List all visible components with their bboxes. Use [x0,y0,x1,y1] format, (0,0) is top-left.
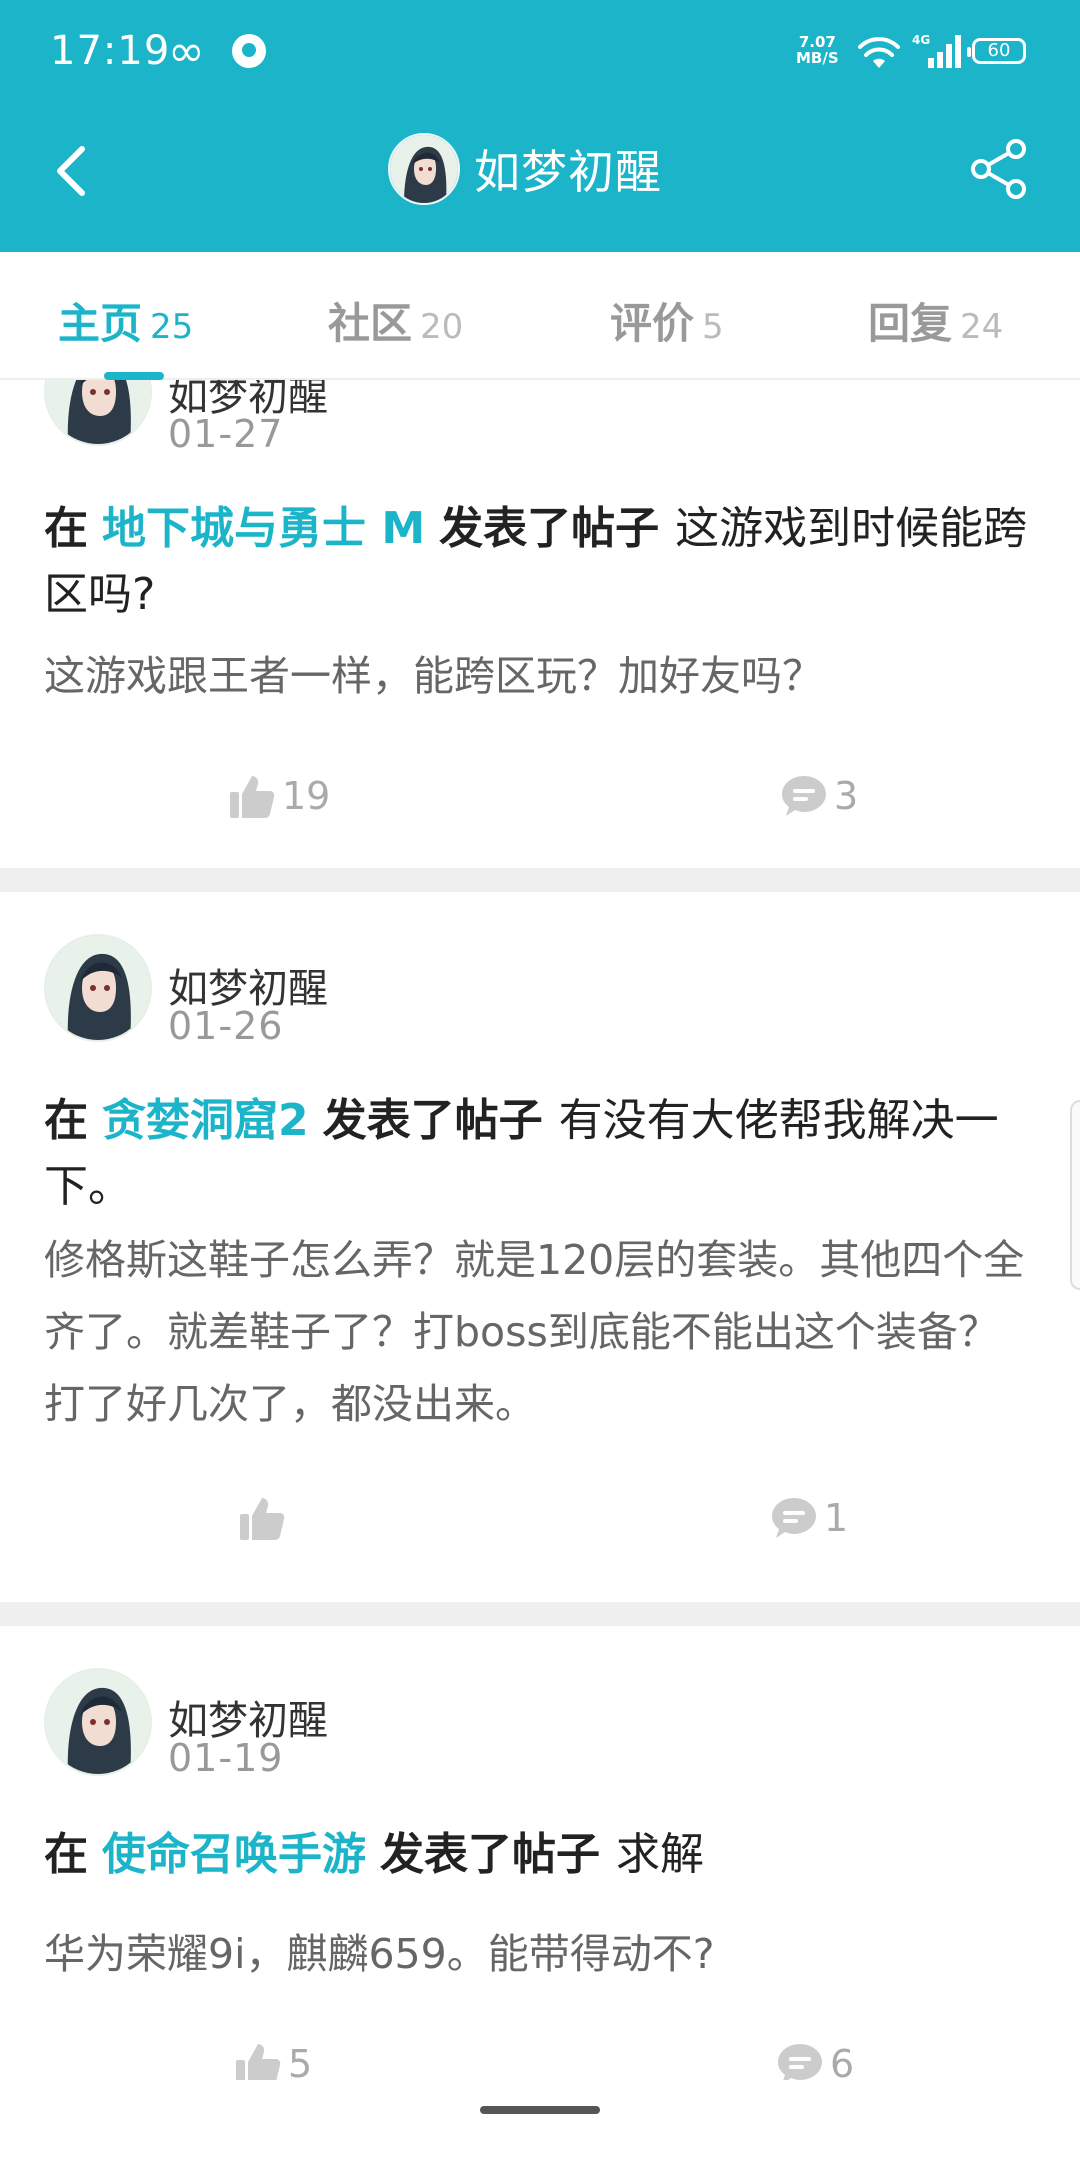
tab-reviews-count: 5 [702,307,724,347]
post-separator [0,1602,1080,1626]
tab-home-count: 25 [150,307,194,347]
avatar[interactable] [44,380,152,446]
wifi-icon [858,37,900,68]
thumbs-up-icon [230,776,275,818]
post-headline[interactable]: 在 使命召唤手游 发表了帖子 求解 [44,1822,1044,1888]
infinity-icon: ∞ [168,26,205,77]
post-title: 求解 [616,1829,704,1880]
avatar-image [390,135,458,203]
comment-button[interactable]: 6 [776,2036,854,2080]
share-button[interactable] [968,137,1030,201]
comment-icon [782,776,826,816]
comment-count: 3 [834,774,859,818]
avatar-image [46,380,150,444]
game-link[interactable]: 使命召唤手游 [102,1829,366,1880]
status-bar: 17:19 ∞ 7.07 MB/S 4G 60 [0,0,1080,105]
avatar[interactable] [388,133,460,205]
post-headline[interactable]: 在 地下城与勇士 M 发表了帖子 这游戏到时候能跨区吗? [44,496,1044,628]
post-excerpt: 华为荣耀9i，麒麟659。能带得动不? [44,1930,715,1978]
post-date: 01-27 [168,412,284,456]
network-speed-value: 7.07 [798,33,836,51]
post-date: 01-26 [168,1004,284,1048]
notification-drop-icon [232,34,266,68]
comment-count: 1 [824,1496,849,1540]
tab-reviews[interactable]: 评价 5 [610,290,724,351]
tab-home-label: 主页 [58,299,143,348]
post-separator [0,868,1080,892]
page-title: 如梦初醒 [474,145,662,199]
network-type: 4G [912,33,930,47]
comment-button[interactable]: 1 [770,1490,848,1546]
headline-prefix: 在 [44,503,88,554]
like-button[interactable]: 5 [234,2036,312,2080]
app-header: 17:19 ∞ 7.07 MB/S 4G 60 如梦初醒 [0,0,1080,252]
tab-bar: 主页 25 社区 20 评价 5 回复 24 [0,252,1080,380]
tab-reviews-label: 评价 [610,299,695,348]
tab-replies-label: 回复 [868,299,953,348]
comment-icon [778,2044,822,2080]
tab-community[interactable]: 社区 20 [328,290,463,351]
like-button[interactable] [238,1490,292,1546]
post-feed[interactable]: 如梦初醒 01-27 在 地下城与勇士 M 发表了帖子 这游戏到时候能跨区吗? 这… [0,380,1080,2080]
post-excerpt: 修格斯这鞋子怎么弄？就是120层的套装。其他四个全齐了。就差鞋子了？打boss到… [44,1236,1025,1428]
avatar[interactable] [44,934,152,1042]
home-gesture-bar[interactable] [480,2106,600,2114]
post-card[interactable]: 如梦初醒 01-26 在 贪婪洞窟2 发表了帖子 有没有大佬帮我解决一下。 修格斯… [0,892,1080,1602]
signal-icon: 4G [912,33,961,68]
post-card[interactable]: 如梦初醒 01-27 在 地下城与勇士 M 发表了帖子 这游戏到时候能跨区吗? 这… [0,380,1080,868]
like-count: 5 [288,2042,313,2080]
tab-replies[interactable]: 回复 24 [868,290,1003,351]
post-card[interactable]: 如梦初醒 01-19 在 使命召唤手游 发表了帖子 求解 华为荣耀9i，麒麟659… [0,1626,1080,2080]
thumbs-up-icon [240,1498,285,1540]
like-count: 19 [282,774,331,818]
tab-replies-count: 24 [960,307,1004,347]
post-excerpt: 这游戏跟王者一样，能跨区玩？加好友吗？ [44,652,823,700]
avatar-image [46,936,150,1040]
battery-indicator: 60 [967,38,1026,64]
chevron-left-icon [57,146,85,196]
like-button[interactable]: 19 [228,768,330,824]
status-time: 17:19 [50,28,171,74]
tab-community-label: 社区 [328,299,413,348]
share-icon [971,139,1026,199]
post-date: 01-19 [168,1736,284,1780]
network-speed: 7.07 MB/S [796,34,839,66]
tab-community-count: 20 [420,307,464,347]
avatar-image [46,1670,150,1774]
active-tab-indicator [104,372,164,380]
comment-button[interactable]: 3 [780,768,858,824]
profile-title: 如梦初醒 [388,132,662,206]
tab-home[interactable]: 主页 25 [58,290,193,351]
network-speed-unit: MB/S [796,49,839,67]
game-link[interactable]: 贪婪洞窟2 [102,1095,309,1146]
headline-action: 发表了帖子 [380,1829,600,1880]
headline-action: 发表了帖子 [439,503,660,554]
avatar[interactable] [44,1668,152,1776]
headline-prefix: 在 [44,1829,88,1880]
post-headline[interactable]: 在 贪婪洞窟2 发表了帖子 有没有大佬帮我解决一下。 [44,1088,1044,1220]
thumbs-up-icon [236,2044,281,2080]
scroll-edge-handle[interactable] [1070,1100,1080,1290]
comment-icon [772,1498,816,1538]
nav-bar: 如梦初醒 [0,105,1080,252]
comment-count: 6 [830,2042,855,2080]
back-button[interactable] [40,135,110,205]
game-link[interactable]: 地下城与勇士 M [102,503,425,554]
headline-prefix: 在 [44,1095,88,1146]
headline-action: 发表了帖子 [322,1095,543,1146]
